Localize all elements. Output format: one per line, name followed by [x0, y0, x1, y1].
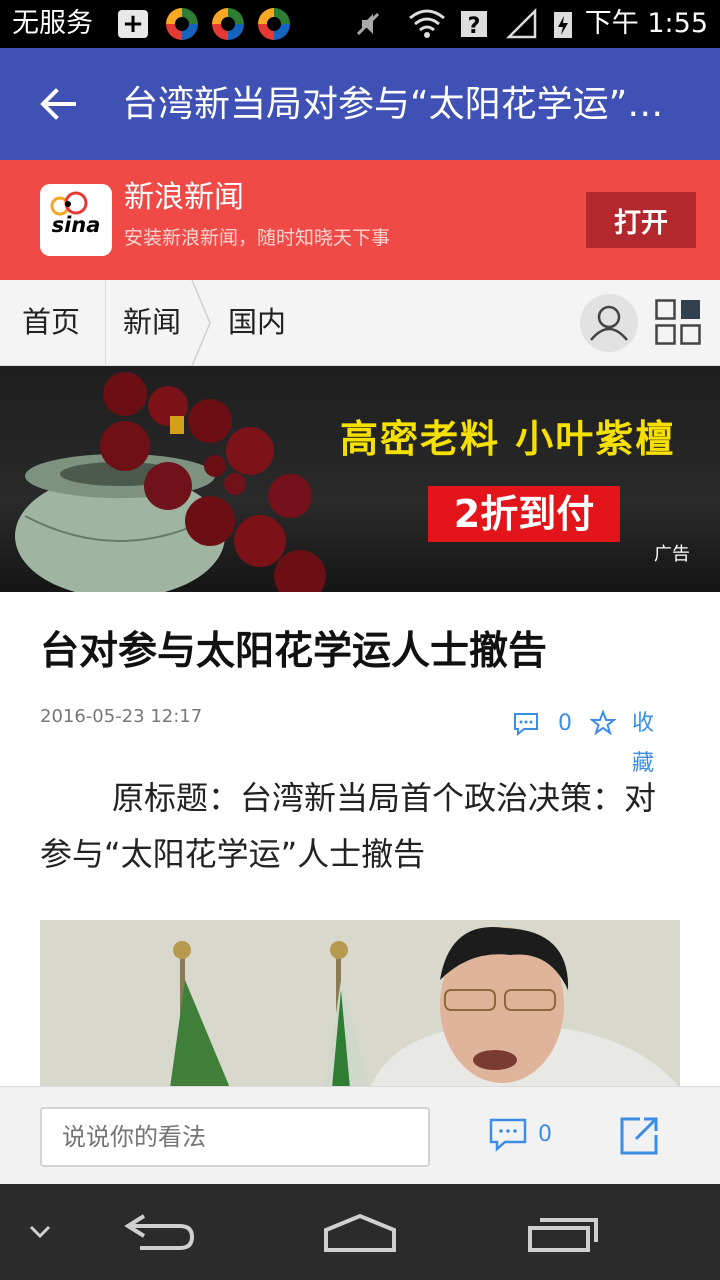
svg-text:?: ? [468, 14, 481, 39]
wifi-icon [409, 9, 445, 38]
ad-banner[interactable]: 高密老料 小叶紫檀 2折到付 广告 [0, 366, 720, 592]
clock: 下午 1:55 [584, 8, 708, 39]
comment-icon[interactable] [488, 1115, 528, 1155]
app-download-banner: sina 新浪新闻 安装新浪新闻，随时知晓天下事 打开 [0, 160, 720, 280]
breadcrumb-domestic[interactable]: 国内 [228, 280, 286, 366]
ad-headline: 高密老料 小叶紫檀 [340, 417, 676, 461]
share-icon[interactable] [618, 1115, 660, 1157]
chevron-right-icon [191, 280, 211, 366]
app-description: 安装新浪新闻，随时知晓天下事 [124, 227, 391, 249]
user-icon[interactable] [580, 294, 638, 352]
home-nav-icon[interactable] [320, 1210, 400, 1254]
chevron-down-icon[interactable] [26, 1222, 54, 1242]
back-nav-icon[interactable] [122, 1210, 198, 1254]
app-notification-icon [258, 8, 290, 40]
breadcrumb-news[interactable]: 新闻 [123, 280, 181, 366]
comment-icon[interactable] [512, 710, 540, 738]
title-bar: 台湾新当局对参与“太阳花学运”… [0, 48, 720, 160]
app-name: 新浪新闻 [124, 180, 244, 215]
article-lead: 原标题：台湾新当局首个政治决策：对参与“太阳花学运”人士撤告 [40, 779, 657, 873]
arrow-left-icon[interactable] [36, 82, 80, 126]
page-title: 台湾新当局对参与“太阳花学运”… [122, 84, 664, 125]
carrier-label: 无服务 [12, 8, 93, 39]
ad-image [15, 372, 326, 592]
question-icon: ? [461, 11, 487, 39]
article-photo [40, 920, 680, 1088]
signal-icon [506, 8, 537, 39]
logo-text: sina [52, 213, 101, 237]
breadcrumb: 首页 新闻 国内 [0, 280, 720, 366]
notification-plus-icon: + [118, 10, 148, 38]
recents-nav-icon[interactable] [522, 1210, 602, 1254]
status-bar: 无服务 + ? 下午 1:55 [0, 0, 720, 48]
system-navigation-bar [0, 1184, 720, 1280]
article-date: 2016-05-23 12:17 [40, 706, 203, 727]
grid-menu-icon[interactable] [655, 299, 701, 345]
sina-logo: sina [40, 184, 112, 256]
battery-icon [554, 12, 572, 38]
comment-count[interactable]: 0 [538, 1117, 552, 1153]
breadcrumb-home[interactable]: 首页 [22, 280, 80, 366]
app-notification-icon [166, 8, 198, 40]
breadcrumb-divider [105, 280, 106, 366]
comment-count[interactable]: 0 [558, 704, 572, 744]
article-headline: 台对参与太阳花学运人士撤告 [40, 629, 548, 674]
open-app-button[interactable]: 打开 [586, 192, 696, 248]
ad-price: 2折到付 [428, 486, 620, 542]
star-icon[interactable] [590, 710, 616, 736]
comment-bar: 0 [0, 1086, 720, 1184]
mute-icon [356, 12, 380, 36]
ad-label: 广告 [654, 544, 690, 565]
comment-input[interactable] [40, 1107, 430, 1167]
app-notification-icon [212, 8, 244, 40]
